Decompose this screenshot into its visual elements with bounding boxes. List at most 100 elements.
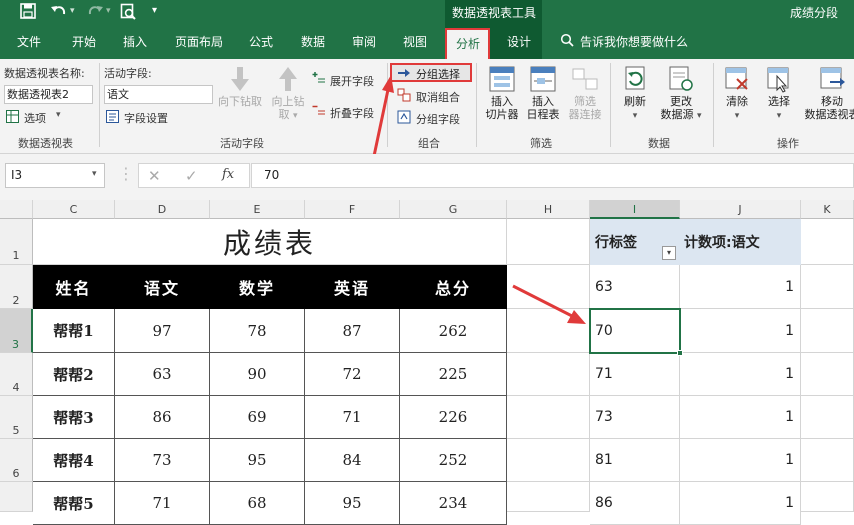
row-header-1[interactable]: 1 — [0, 219, 33, 265]
pivot-filter-dropdown-icon[interactable]: ▾ — [662, 246, 676, 260]
sheet-title[interactable]: 成绩表 — [33, 219, 507, 265]
pivot-count-cell[interactable]: 1 — [680, 265, 801, 309]
change-data-source-button[interactable]: 更改 数据源 ▾ — [656, 65, 706, 123]
column-header-j[interactable]: J — [680, 200, 801, 219]
pivot-row-label-header[interactable]: 行标签 ▾ — [590, 219, 680, 265]
column-header-k[interactable]: K — [801, 200, 854, 219]
pivot-row-label-cell[interactable]: 73 — [590, 396, 680, 439]
column-header-i[interactable]: I — [590, 200, 680, 219]
pivot-row-label-cell[interactable]: 63 — [590, 265, 680, 309]
pivot-count-cell[interactable]: 1 — [680, 482, 801, 525]
cell-math[interactable]: 68 — [210, 482, 305, 525]
cell-name[interactable]: 帮帮5 — [33, 482, 115, 525]
row-header-3[interactable]: 3 — [0, 309, 33, 353]
tab-review[interactable]: 审阅 — [352, 33, 376, 50]
options-icon[interactable] — [6, 110, 19, 126]
table-header-english[interactable]: 英语 — [305, 265, 400, 309]
select-all-corner[interactable] — [0, 200, 33, 219]
field-settings-icon[interactable] — [106, 110, 119, 126]
expand-field-icon[interactable] — [312, 71, 326, 88]
row-header-2[interactable]: 2 — [0, 265, 33, 309]
cell-chinese[interactable]: 73 — [115, 439, 210, 482]
table-header-name[interactable]: 姓名 — [33, 265, 115, 309]
active-field-input[interactable]: 语文 — [104, 85, 213, 104]
table-header-chinese[interactable]: 语文 — [115, 265, 210, 309]
group-selection-button[interactable]: 分组选择 — [390, 63, 472, 82]
cell-english[interactable]: 72 — [305, 353, 400, 396]
column-header-g[interactable]: G — [400, 200, 507, 219]
move-pivottable-button[interactable]: 移动 数据透视表 — [800, 65, 854, 121]
cell-total[interactable]: 262 — [400, 309, 507, 353]
select-button[interactable]: 选择 ▾ — [759, 65, 799, 123]
pivot-count-cell[interactable]: 1 — [680, 309, 801, 353]
cell-chinese[interactable]: 97 — [115, 309, 210, 353]
print-preview-icon[interactable] — [120, 3, 136, 23]
cell-total[interactable]: 234 — [400, 482, 507, 525]
tab-design[interactable]: 设计 — [507, 33, 531, 50]
row-header-6[interactable]: 6 — [0, 439, 33, 482]
undo-icon[interactable] — [50, 3, 68, 22]
ungroup-button[interactable]: 取消组合 — [416, 89, 460, 105]
cell-math[interactable]: 95 — [210, 439, 305, 482]
cell-math[interactable]: 78 — [210, 309, 305, 353]
cell-name[interactable]: 帮帮3 — [33, 396, 115, 439]
pivot-count-header[interactable]: 计数项:语文 — [680, 219, 801, 265]
cell-name[interactable]: 帮帮4 — [33, 439, 115, 482]
enter-icon[interactable]: ✓ — [185, 167, 198, 185]
cell-english[interactable]: 87 — [305, 309, 400, 353]
cancel-icon[interactable]: ✕ — [148, 167, 161, 185]
tab-insert[interactable]: 插入 — [123, 33, 147, 50]
cell-math[interactable]: 90 — [210, 353, 305, 396]
tab-page-layout[interactable]: 页面布局 — [175, 33, 223, 50]
cell-h5[interactable] — [507, 396, 590, 439]
cell-k3[interactable] — [801, 309, 854, 353]
cell-k6[interactable] — [801, 439, 854, 482]
pivot-count-cell[interactable]: 1 — [680, 439, 801, 482]
cell-k4[interactable] — [801, 353, 854, 396]
cell-total[interactable]: 225 — [400, 353, 507, 396]
cell-english[interactable]: 71 — [305, 396, 400, 439]
customize-qat-icon[interactable]: ▾ — [152, 5, 157, 16]
cell-english[interactable]: 84 — [305, 439, 400, 482]
cell-k2[interactable] — [801, 265, 854, 309]
row-header-5[interactable]: 5 — [0, 396, 33, 439]
cell-h1[interactable] — [507, 219, 590, 265]
cell-name[interactable]: 帮帮2 — [33, 353, 115, 396]
cell-english[interactable]: 95 — [305, 482, 400, 525]
cell-k1[interactable] — [801, 219, 854, 265]
column-header-c[interactable]: C — [33, 200, 115, 219]
column-header-e[interactable]: E — [210, 200, 305, 219]
tell-me-input[interactable]: 告诉我你想要做什么 — [580, 33, 688, 50]
table-header-total[interactable]: 总分 — [400, 265, 507, 309]
cell-chinese[interactable]: 63 — [115, 353, 210, 396]
cell-name[interactable]: 帮帮1 — [33, 309, 115, 353]
drill-down-button[interactable]: 向下钻取 — [214, 65, 266, 108]
pivot-name-input[interactable]: 数据透视表2 — [4, 85, 93, 104]
name-box[interactable]: I3 — [5, 163, 105, 188]
pivot-row-label-cell[interactable]: 71 — [590, 353, 680, 396]
tab-formulas[interactable]: 公式 — [249, 33, 273, 50]
fill-handle[interactable] — [677, 350, 683, 356]
insert-slicer-button[interactable]: 插入 切片器 — [480, 65, 524, 121]
field-settings-button[interactable]: 字段设置 — [124, 110, 168, 126]
drill-up-button[interactable]: 向上钻 取 ▾ — [266, 65, 310, 123]
tab-view[interactable]: 视图 — [403, 33, 427, 50]
cell-h4[interactable] — [507, 353, 590, 396]
cell-chinese[interactable]: 71 — [115, 482, 210, 525]
cell-chinese[interactable]: 86 — [115, 396, 210, 439]
redo-icon[interactable] — [86, 3, 104, 22]
cell-total[interactable]: 226 — [400, 396, 507, 439]
column-header-d[interactable]: D — [115, 200, 210, 219]
collapse-field-icon[interactable] — [312, 103, 326, 120]
pivot-count-cell[interactable]: 1 — [680, 396, 801, 439]
pivot-count-cell[interactable]: 1 — [680, 353, 801, 396]
options-button[interactable]: 选项 — [24, 110, 46, 126]
cell-k5[interactable] — [801, 396, 854, 439]
table-header-math[interactable]: 数学 — [210, 265, 305, 309]
name-box-dropdown-icon[interactable]: ▾ — [92, 169, 97, 179]
tab-file[interactable]: 文件 — [17, 33, 41, 50]
insert-function-icon[interactable]: fx — [222, 167, 234, 182]
column-header-f[interactable]: F — [305, 200, 400, 219]
group-field-button[interactable]: 分组字段 — [416, 111, 460, 127]
undo-dropdown-icon[interactable]: ▾ — [70, 6, 75, 16]
